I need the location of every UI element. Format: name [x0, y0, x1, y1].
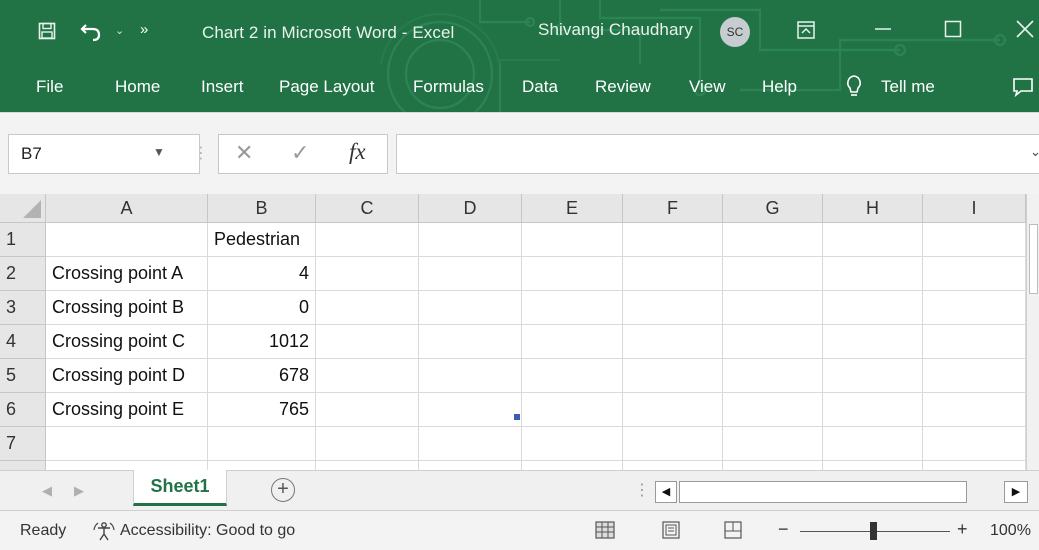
tab-split-handle-icon[interactable]: ⋮ — [634, 480, 650, 500]
tab-data[interactable]: Data — [522, 76, 558, 98]
cell-b1[interactable]: Pedestrian — [208, 223, 316, 257]
ribbon-tabs: File Home Insert Page Layout Formulas Da… — [0, 64, 1039, 112]
tab-insert[interactable]: Insert — [201, 76, 244, 98]
worksheet-grid[interactable]: A B C D E F G H I 1 2 3 4 5 6 7 8 Crossi… — [0, 194, 1039, 470]
cell-a8[interactable] — [46, 461, 208, 470]
cancel-icon[interactable]: ✕ — [235, 140, 253, 166]
tell-me-search[interactable]: Tell me — [881, 76, 935, 98]
accessibility-status[interactable]: Accessibility: Good to go — [120, 522, 295, 540]
horizontal-scrollbar[interactable] — [679, 481, 967, 503]
enter-check-icon[interactable]: ✓ — [291, 140, 309, 166]
tab-home[interactable]: Home — [115, 76, 160, 98]
sheet-nav-prev-icon[interactable]: ◀ — [42, 483, 52, 499]
insert-function-icon[interactable]: fx — [349, 139, 366, 165]
cell-b6[interactable]: 765 — [208, 393, 316, 427]
normal-view-icon[interactable] — [594, 519, 616, 541]
formula-bar-area: B7 ▼ ⋮ ✕ ✓ fx ⌄ — [0, 112, 1039, 194]
window-title: Chart 2 in Microsoft Word - Excel — [202, 23, 455, 42]
tab-page-layout[interactable]: Page Layout — [279, 76, 374, 98]
sheet-nav-next-icon[interactable]: ▶ — [74, 483, 84, 499]
tab-file[interactable]: File — [36, 76, 63, 98]
cell-b5[interactable]: 678 — [208, 359, 316, 393]
column-header-h[interactable]: H — [823, 194, 923, 223]
status-bar: Ready Accessibility: Good to go − + 100% — [0, 510, 1039, 550]
column-header-a[interactable]: A — [46, 194, 208, 223]
ribbon-display-options-icon[interactable] — [797, 21, 815, 44]
formula-input[interactable] — [396, 134, 1039, 174]
empty-cells-grid[interactable] — [316, 223, 1026, 470]
vertical-scrollbar[interactable] — [1026, 194, 1039, 470]
formula-buttons: ✕ ✓ fx — [218, 134, 388, 174]
name-box[interactable]: B7 ▼ — [8, 134, 200, 174]
vertical-scroll-thumb[interactable] — [1029, 224, 1038, 294]
zoom-in-icon[interactable]: + — [957, 519, 968, 540]
column-header-b[interactable]: B — [208, 194, 316, 223]
zoom-slider-thumb[interactable] — [870, 522, 877, 540]
page-break-view-icon[interactable] — [722, 519, 744, 541]
save-icon[interactable] — [38, 22, 56, 45]
accessibility-icon[interactable] — [92, 520, 116, 547]
column-header-g[interactable]: G — [723, 194, 823, 223]
add-sheet-icon[interactable]: + — [271, 478, 295, 502]
comments-icon[interactable] — [1012, 77, 1034, 103]
title-bar: ⌄ » Chart 2 in Microsoft Word - Excel Sh… — [0, 0, 1039, 64]
row-header-7[interactable]: 7 — [0, 427, 46, 461]
cell-a7[interactable] — [46, 427, 208, 461]
user-name[interactable]: Shivangi Chaudhary — [538, 19, 693, 41]
row-header-4[interactable]: 4 — [0, 325, 46, 359]
cell-a3[interactable]: Crossing point B — [46, 291, 208, 325]
scroll-left-icon[interactable]: ◀ — [655, 481, 677, 503]
qat-more-icon[interactable]: » — [140, 20, 148, 40]
sheet-tabs-bar: ◀ ▶ Sheet1 + ⋮ ◀ ▶ — [0, 470, 1039, 510]
cell-b2[interactable]: 4 — [208, 257, 316, 291]
page-layout-view-icon[interactable] — [660, 519, 682, 541]
expand-formula-bar-icon[interactable]: ⌄ — [1030, 144, 1039, 160]
column-header-f[interactable]: F — [623, 194, 723, 223]
maximize-icon[interactable] — [944, 20, 962, 43]
zoom-level[interactable]: 100% — [990, 522, 1031, 540]
cell-b7[interactable] — [208, 427, 316, 461]
row-header-1[interactable]: 1 — [0, 223, 46, 257]
column-header-d[interactable]: D — [419, 194, 522, 223]
zoom-out-icon[interactable]: − — [778, 519, 789, 540]
cell-a4[interactable]: Crossing point C — [46, 325, 208, 359]
tab-formulas[interactable]: Formulas — [413, 76, 484, 98]
minimize-icon[interactable] — [873, 18, 893, 43]
row-header-2[interactable]: 2 — [0, 257, 46, 291]
tab-view[interactable]: View — [689, 76, 726, 98]
select-all-button[interactable] — [0, 194, 46, 223]
cell-b8[interactable] — [208, 461, 316, 470]
cell-a5[interactable]: Crossing point D — [46, 359, 208, 393]
name-box-value: B7 — [21, 144, 42, 163]
column-header-e[interactable]: E — [522, 194, 623, 223]
row-header-6[interactable]: 6 — [0, 393, 46, 427]
row-header-8[interactable]: 8 — [0, 461, 46, 470]
cell-a2[interactable]: Crossing point A — [46, 257, 208, 291]
cell-a6[interactable]: Crossing point E — [46, 393, 208, 427]
cell-a1[interactable] — [46, 223, 208, 257]
scroll-right-icon[interactable]: ▶ — [1004, 481, 1028, 503]
chevron-down-icon[interactable]: ▼ — [153, 145, 165, 159]
column-header-i[interactable]: I — [923, 194, 1026, 223]
formula-bar-separator-icon: ⋮ — [193, 145, 209, 162]
undo-icon[interactable] — [80, 20, 102, 47]
close-icon[interactable] — [1014, 18, 1036, 45]
tab-review[interactable]: Review — [595, 76, 651, 98]
tab-help[interactable]: Help — [762, 76, 797, 98]
column-header-c[interactable]: C — [316, 194, 419, 223]
lightbulb-icon[interactable] — [845, 74, 863, 104]
sheet-tab-sheet1[interactable]: Sheet1 — [133, 470, 227, 506]
cell-b3[interactable]: 0 — [208, 291, 316, 325]
selection-handle[interactable] — [514, 414, 520, 420]
status-ready: Ready — [20, 522, 67, 539]
row-header-3[interactable]: 3 — [0, 291, 46, 325]
cell-b4[interactable]: 1012 — [208, 325, 316, 359]
avatar[interactable]: SC — [720, 17, 750, 47]
row-header-5[interactable]: 5 — [0, 359, 46, 393]
undo-dropdown-icon[interactable]: ⌄ — [115, 21, 124, 41]
